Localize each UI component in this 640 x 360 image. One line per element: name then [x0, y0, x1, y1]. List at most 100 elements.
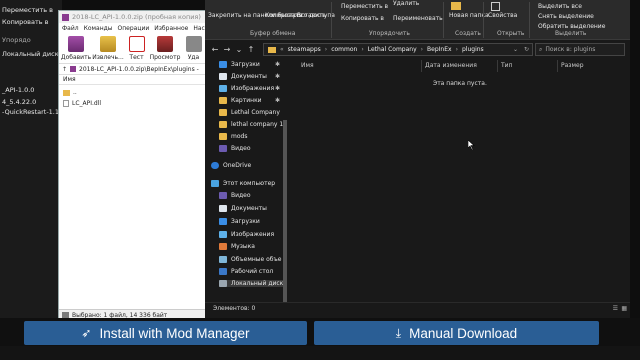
nav-label: Музыка	[231, 243, 255, 250]
column-name[interactable]: Имя	[301, 62, 314, 69]
nav-item-pc-pictures[interactable]: Изображения	[219, 231, 285, 238]
nav-item-this-pc[interactable]: Этот компьютер	[211, 180, 277, 187]
ribbon-divider	[331, 2, 332, 38]
music-icon	[219, 243, 227, 250]
breadcrumb-steamapps[interactable]: steamapps	[288, 46, 321, 53]
menu-file[interactable]: Файл	[62, 25, 79, 32]
menu-commands[interactable]: Команды	[84, 25, 113, 32]
menu-favorites[interactable]: Избранное	[154, 25, 188, 32]
pin-icon[interactable]: ✱	[275, 73, 280, 80]
nav-item-pc-downloads[interactable]: Загрузки	[219, 218, 285, 225]
delete-button[interactable]: Уда	[183, 36, 204, 61]
bg-list-item[interactable]: -QuickRestart-1.1.0	[2, 108, 65, 116]
install-mod-manager-button[interactable]: ➶ Install with Mod Manager	[24, 321, 307, 345]
search-box[interactable]: ⌕ Поиск в: plugins	[535, 43, 625, 56]
details-view-icon[interactable]: ☰	[613, 303, 618, 314]
menu-operations[interactable]: Операции	[118, 25, 150, 32]
winrar-window: 2018-LC_API-1.0.0.zip (пробная копия) Фа…	[58, 10, 212, 322]
bg-ribbon-organize: Упорядо	[2, 36, 31, 44]
nav-item-lethal-company[interactable]: Lethal Company	[219, 109, 285, 116]
breadcrumb-lethal-company[interactable]: Lethal Company	[368, 46, 417, 53]
search-placeholder: Поиск в: plugins	[545, 46, 596, 53]
bg-ribbon-copy[interactable]: Копировать в	[2, 18, 49, 26]
nav-item-pc-3d-objects[interactable]: Объемные объе	[219, 256, 285, 263]
invert-selection-button[interactable]: Обратить выделение	[538, 23, 605, 30]
breadcrumb-bepinex[interactable]: BepInEx	[427, 46, 452, 53]
properties-button[interactable]: Свойства	[488, 12, 517, 19]
address-dropdown-icon[interactable]: ⌄	[513, 46, 518, 53]
ribbon-divider	[443, 2, 444, 38]
select-all-button[interactable]: Выделить все	[538, 3, 582, 10]
test-button[interactable]: Тест	[126, 36, 147, 61]
pin-icon[interactable]: ✱	[275, 61, 280, 68]
paste-button[interactable]: Вставить	[297, 12, 326, 19]
address-bar[interactable]: « steamapps › common › Lethal Company › …	[263, 43, 533, 56]
nav-item-onedrive[interactable]: OneDrive	[211, 162, 277, 169]
pin-icon[interactable]: ✱	[275, 97, 280, 104]
navigation-pane: Загрузки ✱ Документы ✱ Изображения ✱ Кар…	[205, 58, 287, 304]
desktop-icon	[219, 268, 227, 275]
nav-label: Объемные объе	[231, 256, 282, 263]
nav-item-lethal-company-1[interactable]: lethal company 1	[219, 121, 285, 128]
forward-arrow-icon[interactable]: →	[221, 45, 233, 54]
tiles-view-icon[interactable]: ▦	[621, 303, 627, 314]
ribbon-divider	[529, 2, 530, 38]
recent-chevron-icon[interactable]: ⌄	[233, 45, 245, 54]
winrar-column-name[interactable]: Имя	[59, 75, 207, 85]
nav-item-pc-music[interactable]: Музыка	[219, 243, 285, 250]
column-date[interactable]: Дата изменения	[425, 62, 477, 69]
winrar-menu-bar: Файл Команды Операции Избранное Настр	[59, 23, 212, 34]
breadcrumb-sep-icon: ›	[361, 46, 364, 53]
nav-item-pc-desktop[interactable]: Рабочий стол	[219, 268, 285, 275]
folder-up-icon	[63, 89, 70, 96]
refresh-icon[interactable]: ↻	[524, 46, 529, 53]
move-to-button[interactable]: Переместить в	[341, 3, 388, 10]
nav-item-mods[interactable]: mods	[219, 133, 285, 140]
drive-icon	[219, 280, 227, 287]
background-explorer: Переместить в Копировать в Упорядо Локал…	[0, 0, 73, 322]
breadcrumb-plugins[interactable]: plugins	[462, 46, 484, 53]
bg-ribbon-move[interactable]: Переместить в	[2, 6, 53, 14]
nav-label: Документы	[231, 73, 267, 80]
column-size[interactable]: Размер	[561, 62, 584, 69]
nav-item-pc-documents[interactable]: Документы	[219, 205, 285, 212]
nav-item-video-quick[interactable]: Видео	[219, 145, 285, 152]
bg-list-item[interactable]: _API-1.0.0	[2, 86, 34, 94]
winrar-title: 2018-LC_API-1.0.0.zip (пробная копия)	[72, 13, 201, 21]
page-footer	[0, 346, 640, 360]
view-label: Просмотр	[149, 54, 181, 61]
cloud-icon	[211, 162, 219, 169]
up-arrow-icon[interactable]: ↑	[62, 66, 67, 73]
winrar-path-bar[interactable]: ↑ 2018-LC_API-1.0.0.zip\BepInEx\plugins …	[59, 64, 207, 75]
nav-label: Изображения	[231, 231, 275, 238]
nav-pane-scrollbar[interactable]	[283, 120, 287, 304]
delete-ribbon-button[interactable]: Удалить	[393, 0, 419, 7]
back-arrow-icon[interactable]: ←	[209, 45, 221, 54]
column-divider[interactable]	[557, 60, 558, 72]
column-divider[interactable]	[497, 60, 498, 72]
list-item[interactable]: LC_API.dll	[63, 100, 101, 107]
navigation-bar: ← → ⌄ ↑ « steamapps › common › Lethal Co…	[205, 40, 630, 58]
select-group-label: Выделить	[555, 30, 587, 37]
rename-button[interactable]: Переименовать	[393, 15, 443, 22]
breadcrumb-common[interactable]: common	[331, 46, 357, 53]
manual-download-button[interactable]: ⤓ Manual Download	[314, 321, 599, 345]
nav-item-pc-video[interactable]: Видео	[219, 192, 285, 199]
add-button[interactable]: Добавить	[61, 36, 91, 61]
list-item[interactable]: ..	[63, 89, 77, 96]
download-icon: ⤓	[395, 325, 402, 340]
up-arrow-icon[interactable]: ↑	[245, 45, 257, 54]
view-button[interactable]: Просмотр	[149, 36, 181, 61]
select-none-button[interactable]: Снять выделение	[538, 13, 594, 20]
extract-button[interactable]: Извлечь...	[92, 36, 124, 61]
download-icon	[219, 218, 227, 225]
winrar-title-bar[interactable]: 2018-LC_API-1.0.0.zip (пробная копия)	[59, 11, 207, 23]
pictures-icon	[219, 85, 227, 92]
search-icon: ⌕	[539, 45, 543, 53]
nav-item-pc-local-disk[interactable]: Локальный диск	[219, 280, 285, 287]
column-type[interactable]: Тип	[501, 62, 513, 69]
copy-to-button[interactable]: Копировать в	[341, 15, 384, 22]
pin-icon[interactable]: ✱	[275, 85, 280, 92]
column-divider[interactable]	[421, 60, 422, 72]
bg-list-item[interactable]: 4_5.4.22.0	[2, 98, 36, 106]
